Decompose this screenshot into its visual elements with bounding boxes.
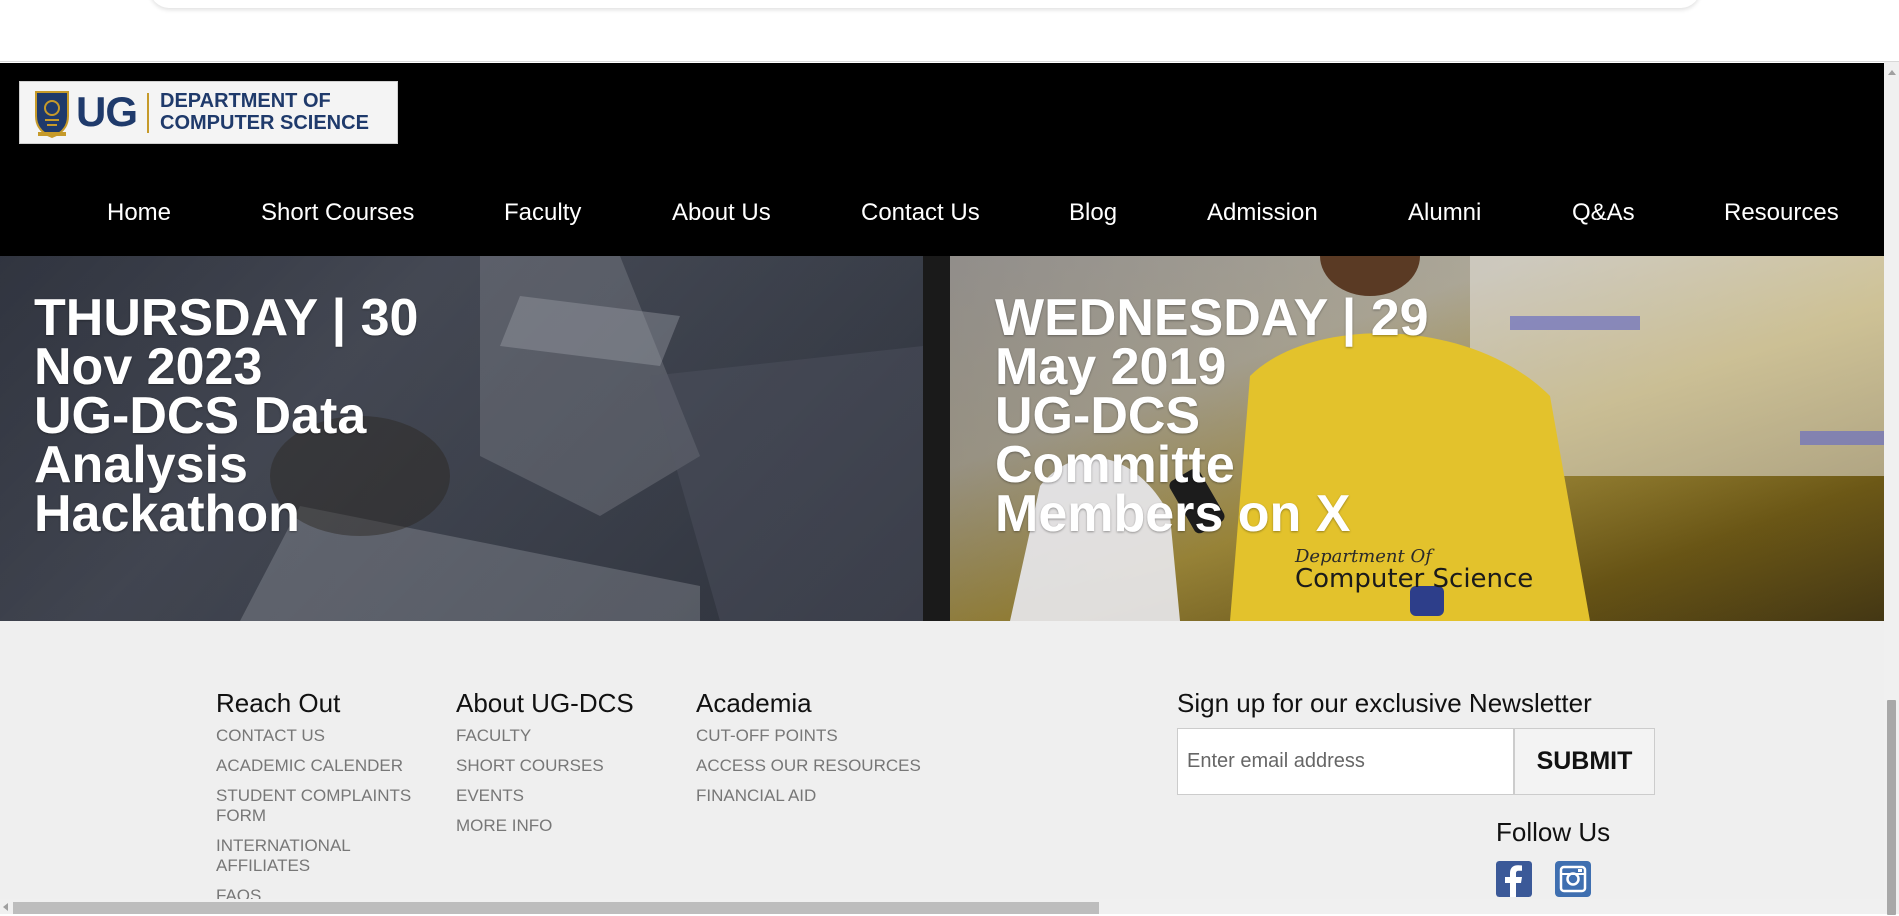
logo-department-name: DEPARTMENT OF COMPUTER SCIENCE: [160, 90, 390, 134]
footer-link-academic-calender[interactable]: ACADEMIC CALENDER: [216, 756, 431, 776]
email-input[interactable]: [1177, 728, 1514, 795]
footer-link-short-courses[interactable]: SHORT COURSES: [456, 756, 671, 776]
footer-link-financial-aid[interactable]: FINANCIAL AID: [696, 786, 956, 806]
event-card-hackathon[interactable]: THURSDAY | 30 Nov 2023 UG-DCS Data Analy…: [0, 256, 923, 621]
hero-divider: [923, 256, 950, 621]
nav-blog[interactable]: Blog: [1069, 193, 1117, 233]
nav-resources[interactable]: Resources: [1724, 193, 1839, 233]
university-crest-icon: [35, 91, 69, 138]
footer-link-access-resources[interactable]: ACCESS OUR RESOURCES: [696, 756, 956, 776]
event-title: THURSDAY | 30 Nov 2023 UG-DCS Data Analy…: [34, 289, 419, 543]
newsletter-form: SUBMIT: [1177, 728, 1655, 795]
footer-link-international-affiliates[interactable]: INTERNATIONAL AFFILIATES: [216, 836, 431, 876]
horizontal-scrollbar[interactable]: [0, 899, 1884, 914]
facebook-icon[interactable]: [1496, 861, 1532, 897]
footer-heading: Academia: [696, 688, 812, 718]
site-logo[interactable]: UG DEPARTMENT OF COMPUTER SCIENCE: [19, 81, 398, 144]
footer-link-contact-us[interactable]: CONTACT US: [216, 726, 431, 746]
main-nav: Home Short Courses Faculty About Us Cont…: [0, 193, 1884, 233]
newsletter-signup: Sign up for our exclusive Newsletter SUB…: [1177, 686, 1657, 795]
scroll-up-icon[interactable]: [1888, 70, 1896, 75]
newsletter-heading: Sign up for our exclusive Newsletter: [1177, 688, 1592, 718]
nav-home[interactable]: Home: [107, 193, 171, 233]
nav-contact-us[interactable]: Contact Us: [861, 193, 980, 233]
top-strip: [0, 0, 1899, 62]
scroll-left-icon[interactable]: [3, 903, 8, 911]
footer-heading: About UG-DCS: [456, 688, 634, 718]
horizontal-scroll-thumb[interactable]: [13, 902, 1099, 914]
vertical-scrollbar[interactable]: [1884, 62, 1899, 915]
logo-line-1: DEPARTMENT OF: [160, 90, 331, 112]
logo-line-2: COMPUTER SCIENCE: [160, 112, 369, 134]
vertical-scroll-thumb[interactable]: [1887, 700, 1896, 915]
footer-reach-out: Reach Out CONTACT US ACADEMIC CALENDER S…: [216, 686, 441, 916]
follow-us: Follow Us: [1496, 815, 1611, 897]
nav-qas[interactable]: Q&As: [1572, 193, 1635, 233]
search-bar-remnant: [150, 0, 1700, 8]
footer-link-faculty[interactable]: FACULTY: [456, 726, 671, 746]
footer-link-more-info[interactable]: MORE INFO: [456, 816, 671, 836]
event-title: WEDNESDAY | 29 May 2019 UG-DCS Committe …: [995, 289, 1429, 543]
nav-faculty[interactable]: Faculty: [504, 193, 581, 233]
footer-academia: Academia CUT-OFF POINTS ACCESS OUR RESOU…: [696, 686, 956, 816]
footer-link-events[interactable]: EVENTS: [456, 786, 671, 806]
submit-button[interactable]: SUBMIT: [1514, 728, 1655, 795]
event-card-committee[interactable]: Department Of Computer Science WEDNESDAY…: [950, 256, 1884, 621]
nav-about-us[interactable]: About Us: [672, 193, 771, 233]
nav-admission[interactable]: Admission: [1207, 193, 1318, 233]
nav-alumni[interactable]: Alumni: [1408, 193, 1481, 233]
site-footer: Reach Out CONTACT US ACADEMIC CALENDER S…: [0, 621, 1884, 914]
footer-link-student-complaints[interactable]: STUDENT COMPLAINTS FORM: [216, 786, 431, 826]
site-header: UG DEPARTMENT OF COMPUTER SCIENCE Home S…: [0, 63, 1884, 256]
shirt-text-2: Computer Science: [1295, 564, 1534, 594]
footer-about: About UG-DCS FACULTY SHORT COURSES EVENT…: [456, 686, 681, 846]
instagram-icon[interactable]: [1555, 861, 1591, 897]
footer-heading: Reach Out: [216, 688, 341, 718]
logo-divider: [147, 93, 149, 133]
footer-link-cut-off-points[interactable]: CUT-OFF POINTS: [696, 726, 956, 746]
follow-heading: Follow Us: [1496, 817, 1611, 847]
logo-short-name: UG: [76, 88, 138, 135]
nav-short-courses[interactable]: Short Courses: [261, 193, 414, 233]
